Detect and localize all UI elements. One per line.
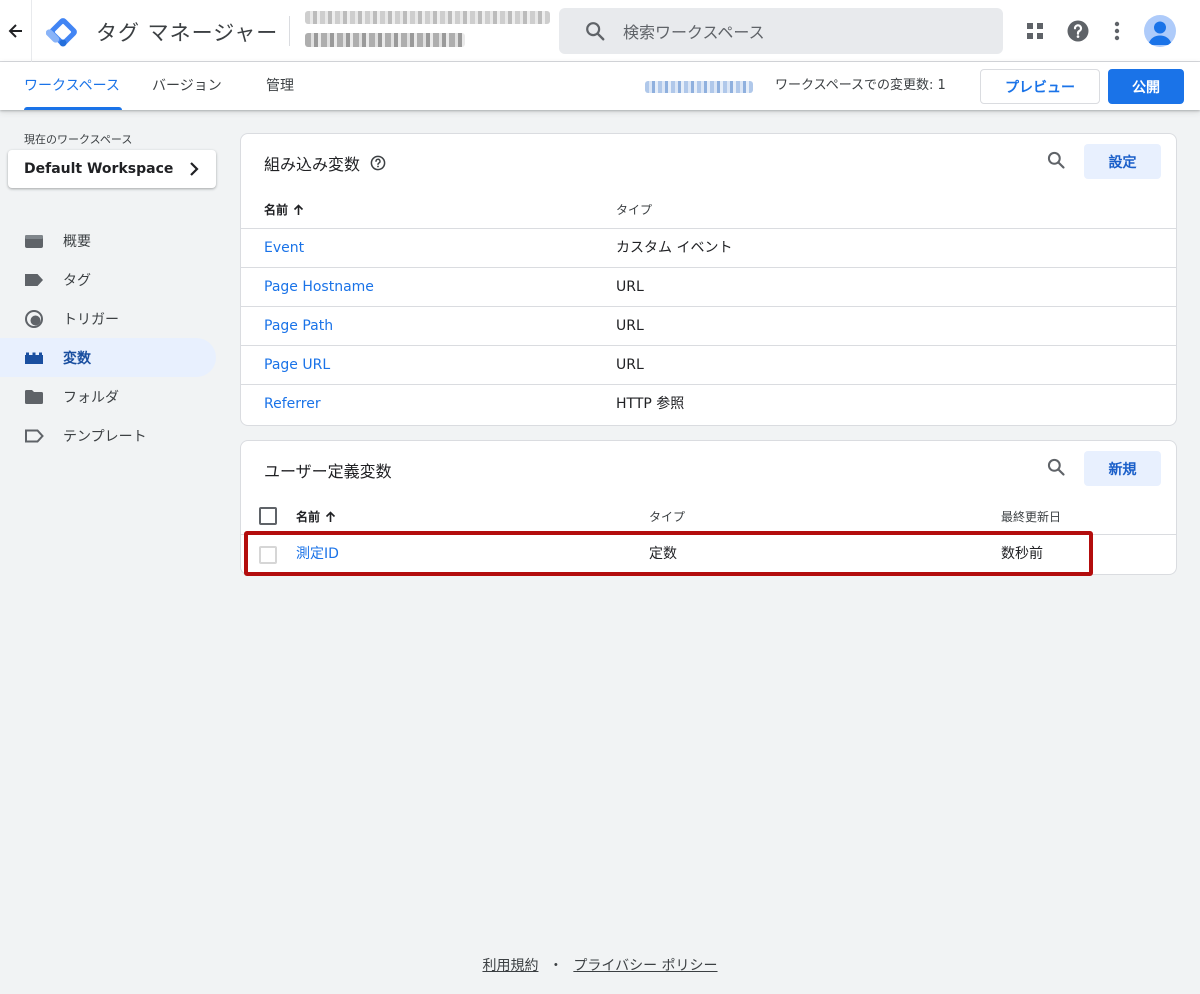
- arrow-up-icon: [325, 510, 336, 522]
- workspace-name: Default Workspace: [24, 161, 174, 177]
- template-icon: [24, 426, 44, 446]
- privacy-policy-link[interactable]: プライバシー ポリシー: [573, 958, 717, 974]
- column-header-type: タイプ: [616, 203, 653, 217]
- more-vert-icon[interactable]: [1103, 17, 1131, 45]
- variable-type: URL: [616, 357, 644, 373]
- tag-manager-logo[interactable]: [46, 15, 80, 49]
- footer-separator: ・: [548, 958, 563, 974]
- sidebar-item-label: 概要: [63, 233, 91, 250]
- workspace-changes-count: ワークスペースでの変更数: 1: [775, 78, 946, 93]
- table-row: Page URL URL: [241, 345, 1176, 384]
- account-container-selector[interactable]: [305, 8, 553, 52]
- variable-type: URL: [616, 279, 644, 295]
- workspace-search-bar[interactable]: 検索ワークスペース: [559, 8, 1003, 54]
- workspace-selector[interactable]: Default Workspace: [8, 150, 216, 188]
- variable-name-link[interactable]: Referrer: [264, 385, 321, 423]
- footer: 利用規約 ・ プライバシー ポリシー: [0, 955, 1200, 975]
- container-name-redacted: [305, 33, 465, 47]
- column-header-name[interactable]: 名前: [296, 508, 336, 525]
- account-name-redacted: [305, 11, 550, 24]
- sidebar-item-label: 変数: [63, 350, 91, 367]
- column-header-last-updated: 最終更新日: [1001, 510, 1062, 524]
- user-defined-variables-title: ユーザー定義変数: [264, 462, 392, 481]
- sidebar-item-triggers[interactable]: トリガー: [0, 299, 216, 338]
- table-row: Page Hostname URL: [241, 267, 1176, 306]
- configure-button[interactable]: 設定: [1084, 144, 1161, 179]
- column-header-type: タイプ: [649, 510, 686, 524]
- tab-workspace[interactable]: ワークスペース: [18, 62, 122, 110]
- overview-icon: [24, 231, 44, 251]
- table-row: Event カスタム イベント: [241, 228, 1176, 267]
- variable-type: URL: [616, 318, 644, 334]
- variables-icon: [24, 348, 44, 368]
- sidebar-item-label: トリガー: [63, 311, 119, 328]
- variable-type: HTTP 参照: [616, 396, 685, 412]
- tab-versions[interactable]: バージョン: [152, 62, 222, 110]
- column-header-name[interactable]: 名前: [264, 201, 304, 218]
- current-workspace-label: 現在のワークスペース: [24, 133, 133, 146]
- new-variable-button[interactable]: 新規: [1084, 451, 1161, 486]
- arrow-up-icon: [293, 203, 304, 215]
- sidebar-item-overview[interactable]: 概要: [0, 221, 216, 260]
- chevron-right-icon: [190, 162, 199, 176]
- app-title: タグ マネージャー: [96, 21, 279, 45]
- sidebar-item-folders[interactable]: フォルダ: [0, 377, 216, 416]
- search-placeholder: 検索ワークスペース: [623, 23, 765, 42]
- tag-icon: [24, 270, 44, 290]
- help-icon[interactable]: [1064, 17, 1092, 45]
- tab-admin[interactable]: 管理: [266, 62, 294, 110]
- apps-grid-icon[interactable]: [1021, 17, 1049, 45]
- highlight-box: [244, 531, 1093, 576]
- publish-button[interactable]: 公開: [1108, 69, 1184, 104]
- sidebar-item-label: フォルダ: [63, 389, 119, 406]
- search-icon: [583, 19, 607, 43]
- search-icon[interactable]: [1043, 147, 1069, 173]
- preview-button[interactable]: プレビュー: [980, 69, 1100, 104]
- table-row: Referrer HTTP 参照: [241, 384, 1176, 423]
- select-all-checkbox[interactable]: [259, 507, 277, 525]
- terms-link[interactable]: 利用規約: [482, 958, 538, 974]
- variable-name-link[interactable]: Page Hostname: [264, 268, 374, 306]
- variable-type: カスタム イベント: [616, 240, 733, 256]
- sidebar-item-label: テンプレート: [63, 428, 147, 445]
- folder-icon: [24, 387, 44, 407]
- card-title-text: 組み込み変数: [264, 155, 361, 174]
- variable-name-link[interactable]: Page Path: [264, 307, 333, 345]
- column-header-label: 名前: [264, 203, 289, 217]
- back-arrow-icon: [8, 24, 22, 38]
- container-id-redacted[interactable]: [645, 81, 753, 93]
- account-avatar[interactable]: [1144, 15, 1176, 47]
- title-divider: [289, 16, 290, 46]
- builtin-variables-card: 組み込み変数 設定 名前 タイプ Event カスタム イベント Page Ho…: [240, 133, 1177, 426]
- sidebar-item-tags[interactable]: タグ: [0, 260, 216, 299]
- sidebar-item-variables[interactable]: 変数: [0, 338, 216, 377]
- sidebar-item-templates[interactable]: テンプレート: [0, 416, 216, 455]
- variable-name-link[interactable]: Page URL: [264, 346, 330, 384]
- table-row: Page Path URL: [241, 306, 1176, 345]
- builtin-variables-title: 組み込み変数: [264, 151, 386, 175]
- column-header-label: 名前: [296, 510, 321, 524]
- help-outline-icon[interactable]: [370, 155, 386, 171]
- trigger-icon: [24, 309, 44, 329]
- back-button[interactable]: [0, 0, 32, 62]
- sidebar-item-label: タグ: [63, 272, 91, 289]
- search-icon[interactable]: [1043, 454, 1069, 480]
- top-app-bar: タグ マネージャー 検索ワークスペース: [0, 0, 1200, 62]
- workspace-tab-bar: ワークスペース バージョン 管理 ワークスペースでの変更数: 1 プレビュー 公…: [0, 62, 1200, 110]
- variable-name-link[interactable]: Event: [264, 229, 304, 267]
